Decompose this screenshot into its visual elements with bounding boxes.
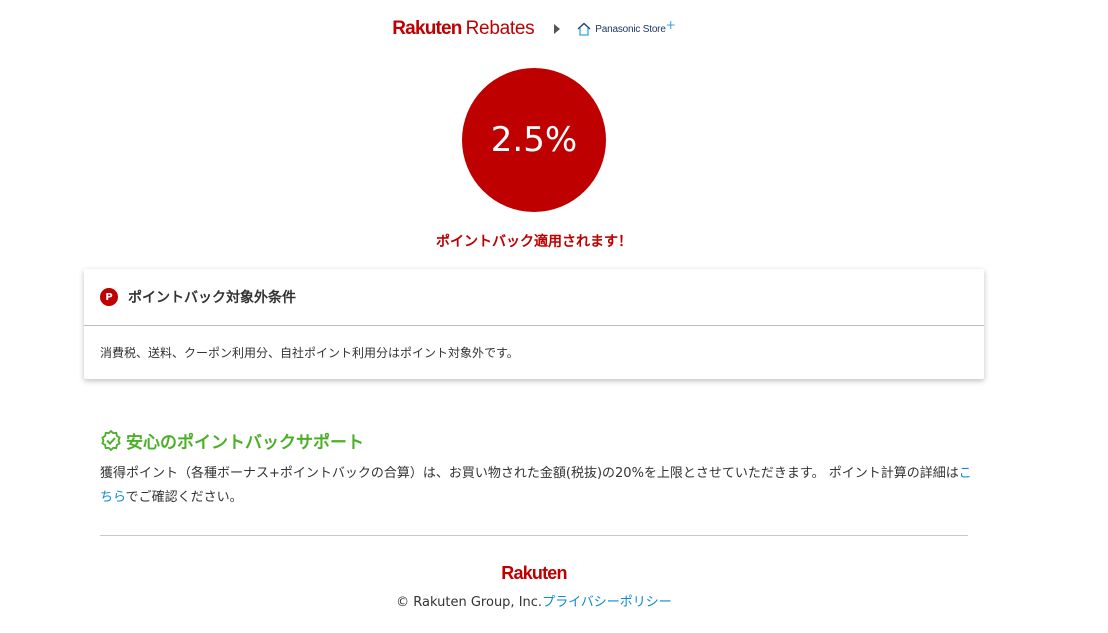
card-body: 消費税、送料、クーポン利用分、自社ポイント利用分はポイント対象外です。 — [100, 346, 519, 360]
rate-circle: 2.5% — [462, 68, 606, 212]
chevron-right-icon — [554, 24, 561, 34]
store-plus: + — [665, 18, 676, 32]
rakuten-rebates-logo[interactable]: Rakuten Rebates — [392, 18, 534, 40]
logo-rakuten-word: Rakuten — [392, 18, 462, 39]
rate-value: 2.5% — [490, 120, 578, 160]
check-badge-icon — [101, 429, 121, 451]
header: Rakuten Rebates Panasonic Store + — [0, 18, 1068, 40]
store-logo[interactable]: Panasonic Store + — [576, 18, 676, 37]
support-description: 獲得ポイント（各種ボーナス+ポイントバックの合算）は、お買い物された金額(税抜)… — [100, 462, 975, 510]
exclusion-conditions-card: P ポイントバック対象外条件 消費税、送料、クーポン利用分、自社ポイント利用分は… — [84, 269, 984, 379]
point-p-icon: P — [100, 288, 118, 306]
support-text-main: 獲得ポイント（各種ボーナス+ポイントバックの合算）は、お買い物された金額(税抜)… — [100, 466, 959, 481]
privacy-policy-link[interactable]: プライバシーポリシー — [542, 595, 672, 610]
support-title: 安心のポイントバックサポート — [126, 433, 364, 453]
support-heading: 安心のポイントバックサポート — [100, 428, 364, 453]
store-name: Panasonic Store — [595, 23, 666, 35]
copyright-text: © Rakuten Group, Inc. — [396, 595, 543, 610]
logo-rebates-word: Rebates — [465, 18, 535, 39]
card-title: ポイントバック対象外条件 — [128, 290, 296, 306]
footer-rakuten-logo[interactable]: Rakuten — [0, 563, 1068, 584]
support-text-end: でご確認ください。 — [125, 490, 243, 505]
footer-copyright: © Rakuten Group, Inc.プライバシーポリシー — [0, 591, 1068, 610]
card-header: P ポイントバック対象外条件 — [84, 269, 984, 326]
pointback-applied-message: ポイントバック適用されます！ — [436, 234, 632, 250]
house-icon — [577, 22, 591, 36]
divider — [100, 535, 968, 536]
page: Rakuten Rebates Panasonic Store + 2.5% ポ… — [0, 0, 1108, 633]
